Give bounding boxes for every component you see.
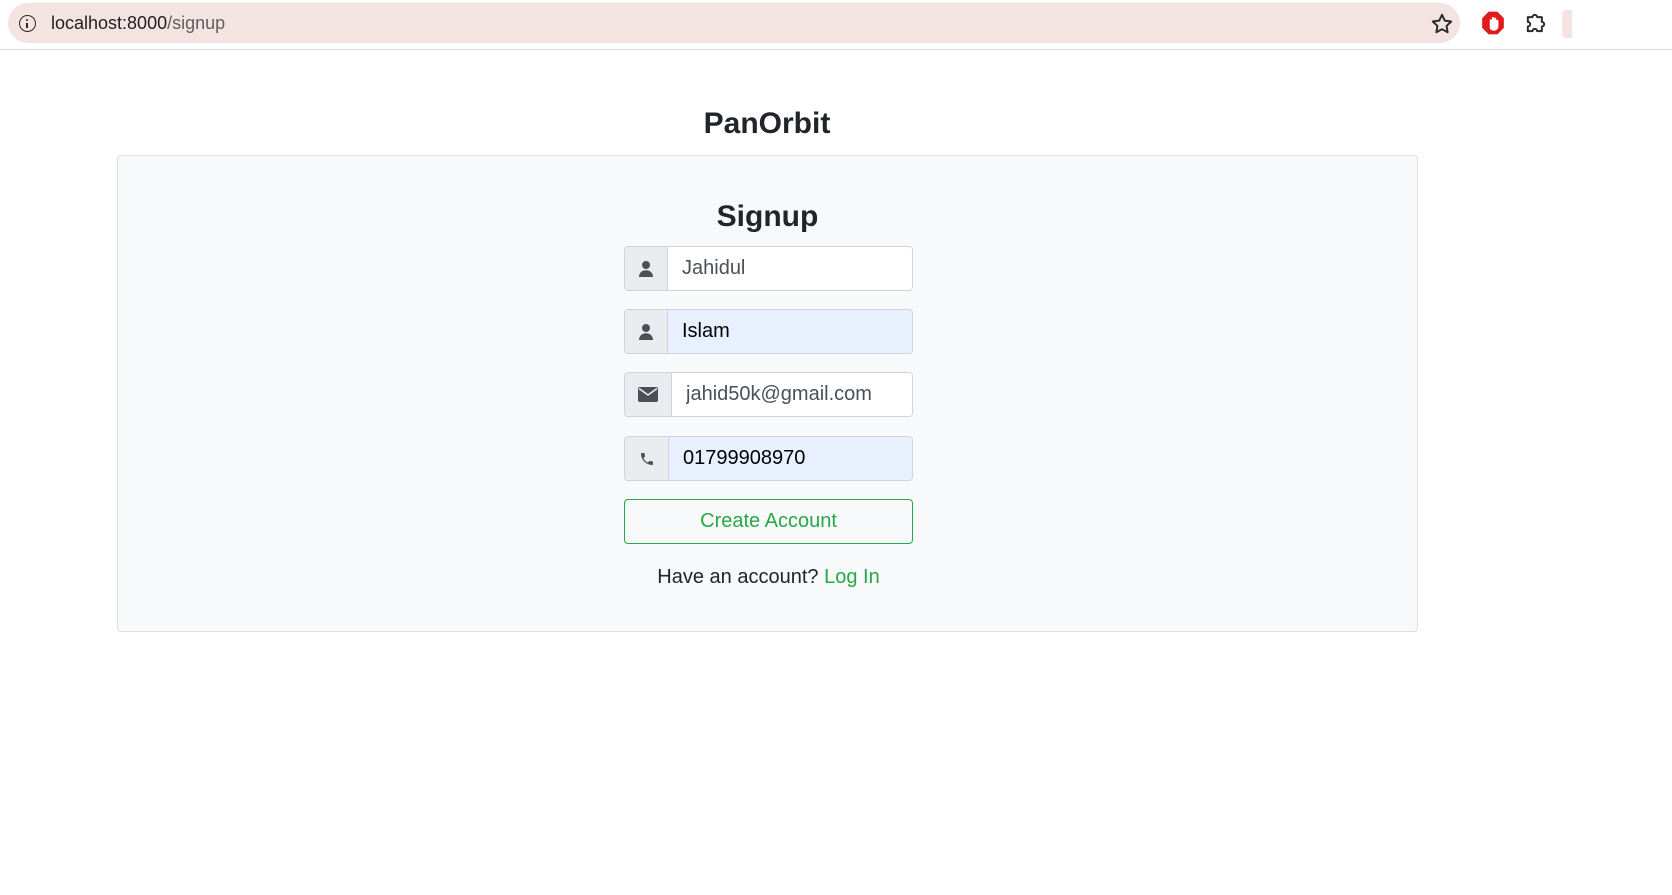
ad-block-icon[interactable] — [1480, 10, 1506, 36]
email-group — [624, 372, 913, 417]
profile-edge[interactable] — [1562, 10, 1572, 38]
phone-group — [624, 436, 913, 481]
puzzle-icon[interactable] — [1522, 9, 1550, 37]
url-host: localhost:8000 — [51, 13, 168, 33]
first-name-group — [624, 246, 913, 291]
envelope-icon — [625, 373, 672, 416]
user-icon — [625, 247, 668, 290]
phone-icon — [625, 437, 669, 480]
login-prompt: Have an account? Log In — [118, 566, 1419, 589]
first-name-input[interactable] — [668, 247, 912, 290]
url-path: /signup — [167, 13, 226, 33]
phone-input[interactable] — [669, 437, 912, 480]
star-icon[interactable] — [1429, 11, 1455, 37]
user-icon — [625, 310, 668, 353]
login-link[interactable]: Log In — [824, 566, 880, 588]
last-name-input[interactable] — [668, 310, 912, 353]
email-input[interactable] — [672, 373, 912, 416]
address-bar[interactable]: localhost:8000/signup — [8, 3, 1460, 43]
form-title: Signup — [716, 200, 819, 233]
url-text[interactable]: localhost:8000/signup — [51, 13, 225, 34]
brand-title: PanOrbit — [703, 107, 831, 140]
login-prompt-text: Have an account? — [657, 566, 819, 588]
signup-card: Signup Create Account Have an account? L… — [117, 155, 1418, 632]
site-info-icon[interactable] — [19, 15, 36, 32]
last-name-group — [624, 309, 913, 354]
browser-toolbar: localhost:8000/signup — [0, 0, 1672, 50]
create-account-button[interactable]: Create Account — [624, 499, 913, 544]
